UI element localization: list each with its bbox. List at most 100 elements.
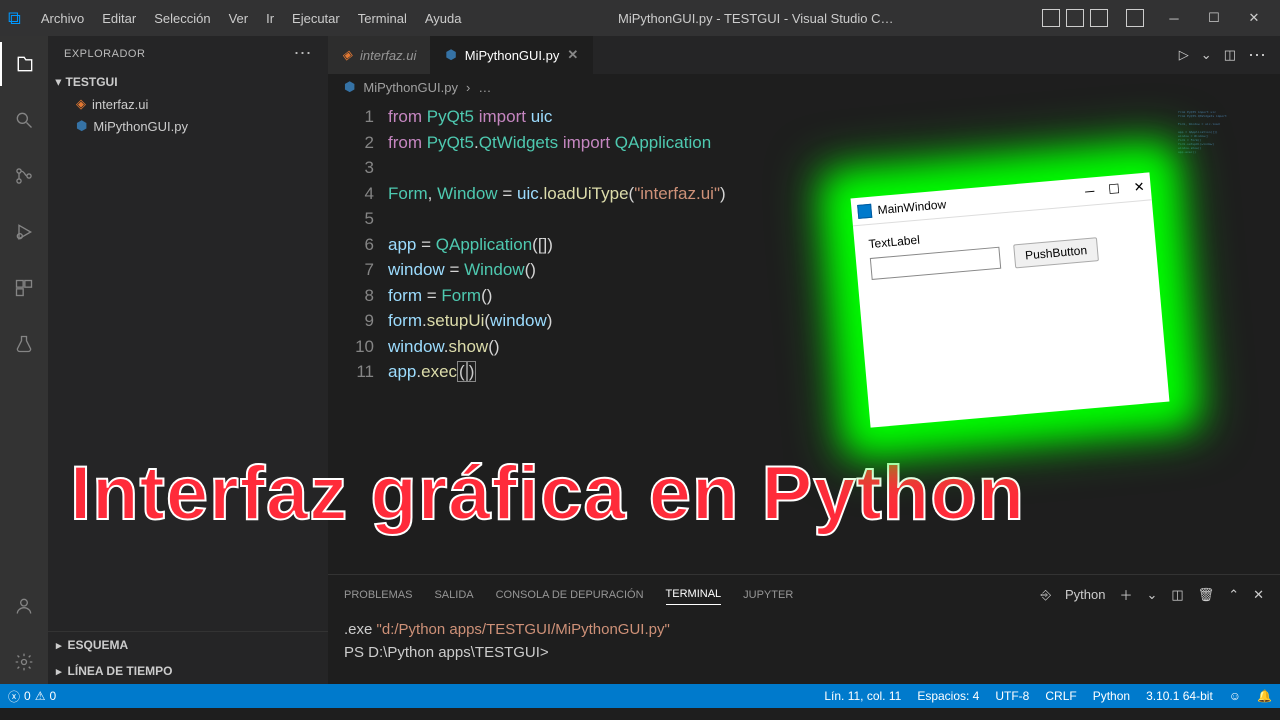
qt-window-container: MainWindow ─ ☐ ✕ TextLabel PushButton bbox=[830, 165, 1190, 455]
activity-bar bbox=[0, 36, 48, 684]
split-terminal-icon[interactable]: ◫ bbox=[1171, 583, 1183, 607]
menu-file[interactable]: Archivo bbox=[33, 7, 92, 30]
qt-push-button[interactable]: PushButton bbox=[1013, 237, 1099, 268]
panel-tab-terminal[interactable]: TERMINAL bbox=[666, 584, 722, 605]
qt-app-icon bbox=[857, 203, 872, 218]
menu-edit[interactable]: Editar bbox=[94, 7, 144, 30]
status-errors[interactable]: ⓧ0⚠0 bbox=[0, 688, 64, 705]
editor-more-icon[interactable]: ⋯ bbox=[1248, 45, 1266, 66]
file-label: interfaz.ui bbox=[92, 97, 148, 112]
file-mipythongui-py[interactable]: ⬢ MiPythonGUI.py bbox=[48, 115, 328, 137]
qt-minimize-icon[interactable]: ─ bbox=[1084, 183, 1095, 200]
customize-layout-icon[interactable] bbox=[1126, 9, 1144, 27]
status-feedback-icon[interactable]: ☺ bbox=[1221, 689, 1249, 703]
qt-main-window[interactable]: MainWindow ─ ☐ ✕ TextLabel PushButton bbox=[851, 172, 1170, 427]
explorer-title: EXPLORADOR bbox=[64, 48, 145, 60]
terminal-kernel[interactable]: Python bbox=[1065, 583, 1105, 606]
outline-section[interactable]: ESQUEMA bbox=[48, 632, 328, 658]
qt-maximize-icon[interactable]: ☐ bbox=[1107, 181, 1120, 198]
terminal-profile-icon[interactable]: ⎆ bbox=[1041, 583, 1051, 607]
settings-gear-icon[interactable] bbox=[0, 640, 48, 684]
run-icon[interactable]: ▷ bbox=[1179, 47, 1189, 63]
source-control-icon[interactable] bbox=[0, 154, 48, 198]
explorer-icon[interactable] bbox=[0, 42, 48, 86]
file-interfaz-ui[interactable]: ◈ interfaz.ui bbox=[48, 93, 328, 115]
explorer-more-icon[interactable]: ⋯ bbox=[294, 43, 313, 64]
testing-icon[interactable] bbox=[0, 322, 48, 366]
layout-controls bbox=[1042, 9, 1144, 27]
panel-tabs: PROBLEMAS SALIDA CONSOLA DE DEPURACIÓN T… bbox=[328, 575, 1280, 614]
terminal-dropdown-icon[interactable]: ⌄ bbox=[1146, 583, 1157, 607]
panel-right-icon[interactable] bbox=[1090, 9, 1108, 27]
ui-file-icon: ◈ bbox=[76, 96, 86, 112]
status-eol[interactable]: CRLF bbox=[1037, 689, 1084, 703]
breadcrumb-rest: … bbox=[478, 80, 491, 95]
explorer-header: EXPLORADOR ⋯ bbox=[48, 36, 328, 71]
accounts-icon[interactable] bbox=[0, 584, 48, 628]
title-bar: ⧉ Archivo Editar Selección Ver Ir Ejecut… bbox=[0, 0, 1280, 36]
explorer-sidebar: EXPLORADOR ⋯ TESTGUI ◈ interfaz.ui ⬢ MiP… bbox=[48, 36, 328, 684]
status-interpreter[interactable]: 3.10.1 64-bit bbox=[1138, 689, 1221, 703]
python-file-icon: ⬢ bbox=[76, 118, 87, 134]
folder-name: TESTGUI bbox=[66, 75, 118, 89]
menu-terminal[interactable]: Terminal bbox=[350, 7, 415, 30]
menu-help[interactable]: Ayuda bbox=[417, 7, 470, 30]
minimap[interactable]: from PyQt5 import uicfrom PyQt5.QtWidget… bbox=[1178, 110, 1268, 190]
menu-selection[interactable]: Selección bbox=[146, 7, 218, 30]
qt-close-icon[interactable]: ✕ bbox=[1133, 178, 1145, 195]
status-bell-icon[interactable]: 🔔 bbox=[1249, 689, 1280, 703]
error-icon: ⓧ bbox=[8, 688, 20, 705]
tab-mipythongui-py[interactable]: ⬢ MiPythonGUI.py ✕ bbox=[431, 36, 593, 74]
status-language[interactable]: Python bbox=[1085, 689, 1138, 703]
main-menu: Archivo Editar Selección Ver Ir Ejecutar… bbox=[33, 7, 470, 30]
close-panel-icon[interactable]: ✕ bbox=[1253, 583, 1264, 607]
panel-left-icon[interactable] bbox=[1042, 9, 1060, 27]
warning-icon: ⚠ bbox=[35, 689, 46, 703]
close-tab-icon[interactable]: ✕ bbox=[567, 47, 578, 63]
kill-terminal-icon[interactable]: 🗑 bbox=[1198, 583, 1215, 607]
qt-window-title: MainWindow bbox=[877, 197, 947, 217]
new-terminal-icon[interactable]: ＋ bbox=[1119, 581, 1132, 608]
status-bar: ⓧ0⚠0 Lín. 11, col. 11 Espacios: 4 UTF-8 … bbox=[0, 684, 1280, 708]
menu-view[interactable]: Ver bbox=[221, 7, 257, 30]
tab-interfaz-ui[interactable]: ◈ interfaz.ui bbox=[328, 36, 431, 74]
panel-tab-jupyter[interactable]: JUPYTER bbox=[743, 585, 793, 605]
maximize-panel-icon[interactable]: ⌃ bbox=[1228, 583, 1239, 607]
search-icon[interactable] bbox=[0, 98, 48, 142]
menu-go[interactable]: Ir bbox=[258, 7, 282, 30]
minimize-icon[interactable]: ─ bbox=[1156, 4, 1192, 32]
line-numbers: 1234567891011 bbox=[328, 100, 388, 574]
status-line-col[interactable]: Lín. 11, col. 11 bbox=[816, 689, 909, 703]
qt-line-edit[interactable] bbox=[870, 247, 1001, 280]
file-label: MiPythonGUI.py bbox=[93, 119, 188, 134]
chevron-right-icon bbox=[56, 664, 62, 678]
run-debug-icon[interactable] bbox=[0, 210, 48, 254]
status-encoding[interactable]: UTF-8 bbox=[987, 689, 1037, 703]
tab-label: MiPythonGUI.py bbox=[465, 48, 560, 63]
folder-header[interactable]: TESTGUI bbox=[48, 71, 328, 93]
editor-tabs: ◈ interfaz.ui ⬢ MiPythonGUI.py ✕ ▷ ⌄ ◫ ⋯ bbox=[328, 36, 1280, 74]
breadcrumb[interactable]: ⬢ MiPythonGUI.py › … bbox=[328, 74, 1280, 100]
timeline-section[interactable]: LÍNEA DE TIEMPO bbox=[48, 658, 328, 684]
split-editor-icon[interactable]: ◫ bbox=[1224, 47, 1236, 63]
panel-bottom-icon[interactable] bbox=[1066, 9, 1084, 27]
panel-tab-problems[interactable]: PROBLEMAS bbox=[344, 585, 412, 605]
bottom-panel: PROBLEMAS SALIDA CONSOLA DE DEPURACIÓN T… bbox=[328, 574, 1280, 684]
status-spaces[interactable]: Espacios: 4 bbox=[909, 689, 987, 703]
terminal-prompt: PS D:\Python apps\TESTGUI> bbox=[344, 644, 549, 661]
run-dropdown-icon[interactable]: ⌄ bbox=[1201, 47, 1212, 63]
breadcrumb-file: MiPythonGUI.py bbox=[363, 80, 458, 95]
tab-label: interfaz.ui bbox=[360, 48, 416, 63]
terminal-body[interactable]: .exe "d:/Python apps/TESTGUI/MiPythonGUI… bbox=[328, 614, 1280, 684]
panel-tab-debug-console[interactable]: CONSOLA DE DEPURACIÓN bbox=[496, 585, 644, 605]
panel-tab-output[interactable]: SALIDA bbox=[434, 585, 473, 605]
chevron-right-icon bbox=[56, 638, 62, 652]
close-icon[interactable]: ✕ bbox=[1236, 4, 1272, 32]
python-file-icon: ⬢ bbox=[445, 47, 456, 63]
outline-label: ESQUEMA bbox=[68, 638, 129, 652]
breadcrumb-sep: › bbox=[466, 80, 470, 95]
menu-run[interactable]: Ejecutar bbox=[284, 7, 348, 30]
maximize-icon[interactable]: ☐ bbox=[1196, 4, 1232, 32]
window-title: MiPythonGUI.py - TESTGUI - Visual Studio… bbox=[470, 11, 1043, 26]
extensions-icon[interactable] bbox=[0, 266, 48, 310]
